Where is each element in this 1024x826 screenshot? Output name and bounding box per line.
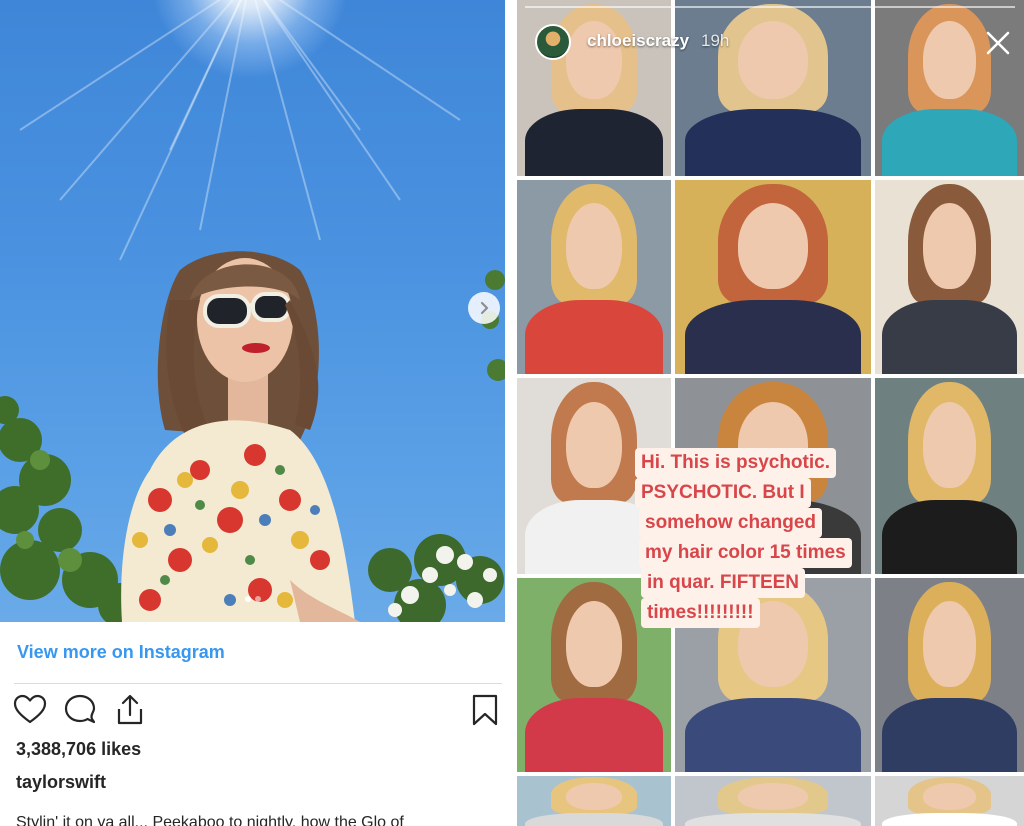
- portrait-face: [566, 783, 622, 810]
- portrait-face: [566, 203, 622, 289]
- share-icon[interactable]: [113, 693, 147, 727]
- heart-icon[interactable]: [13, 693, 47, 727]
- post-username[interactable]: taylorswift: [16, 772, 106, 793]
- story-text-line: in quar. FIFTEEN: [641, 568, 806, 598]
- portrait-shirt: [684, 300, 862, 374]
- story-photo-tile: [517, 180, 671, 374]
- story-photo-tile: [875, 578, 1024, 772]
- story-timestamp: 19h: [701, 31, 730, 50]
- next-slide-button[interactable]: [468, 292, 500, 324]
- portrait-shirt: [882, 499, 1017, 574]
- portrait-shirt: [684, 813, 862, 826]
- likes-count: 3,388,706 likes: [16, 739, 142, 759]
- story-photo-tile: [517, 776, 671, 826]
- portrait-face: [922, 601, 977, 687]
- story-text-line: my hair color 15 times: [639, 538, 852, 568]
- portrait-shirt: [524, 300, 664, 374]
- portrait-face: [737, 203, 809, 289]
- portrait-face: [922, 401, 977, 488]
- story-text-line: PSYCHOTIC. But I: [635, 478, 811, 508]
- portrait-shirt: [524, 813, 664, 826]
- story-photo-tile: [875, 0, 1024, 176]
- story-photo-tile: [675, 776, 871, 826]
- carousel-indicator: [0, 596, 505, 602]
- portrait-face: [566, 601, 622, 687]
- view-more-link[interactable]: View more on Instagram: [17, 642, 225, 663]
- close-icon[interactable]: [983, 28, 1013, 58]
- story-photo-tile: [875, 180, 1024, 374]
- story-progress-bar: [525, 6, 1015, 8]
- post-photo[interactable]: [0, 0, 505, 622]
- story-photo-tile: [875, 776, 1024, 826]
- woman-figure: [121, 251, 360, 622]
- portrait-face: [566, 401, 622, 488]
- instagram-embed: View more on Instagram 3,388,706 likes t…: [0, 0, 505, 826]
- chevron-right-icon: [480, 301, 489, 315]
- portrait-shirt: [882, 300, 1017, 374]
- portrait-shirt: [882, 109, 1017, 176]
- comment-icon[interactable]: [63, 693, 97, 727]
- portrait-shirt: [882, 698, 1017, 772]
- portrait-shirt: [524, 109, 664, 176]
- portrait-shirt: [684, 698, 862, 772]
- avatar[interactable]: [535, 24, 571, 60]
- story-text-line: Hi. This is psychotic.: [635, 448, 836, 478]
- carousel-dot: [254, 596, 261, 602]
- portrait-face: [737, 21, 809, 99]
- portrait-shirt: [882, 813, 1017, 826]
- story-text-line: times!!!!!!!!!: [641, 598, 760, 628]
- story-photo-tile: [875, 378, 1024, 574]
- portrait-face: [922, 21, 977, 99]
- portrait-shirt: [524, 698, 664, 772]
- divider: [14, 683, 502, 684]
- story-text-line: somehow changed: [639, 508, 823, 538]
- portrait-face: [922, 203, 977, 289]
- story-photo-tile: [675, 0, 871, 176]
- portrait-face: [737, 783, 809, 810]
- story-text-sticker: Hi. This is psychotic. PSYCHOTIC. But I …: [635, 448, 881, 628]
- post-caption: Stylin' it on ya all... Peekaboo to nigh…: [16, 814, 404, 826]
- portrait-face: [922, 783, 977, 810]
- story-view[interactable]: chloeiscrazy 19h Hi. This is psychotic. …: [517, 0, 1024, 826]
- story-photo-tile: [517, 0, 671, 176]
- story-photo-tile: [675, 180, 871, 374]
- story-username[interactable]: chloeiscrazy: [587, 31, 689, 51]
- bookmark-icon[interactable]: [468, 693, 502, 727]
- portrait-shirt: [684, 109, 862, 176]
- carousel-dot: [244, 596, 251, 602]
